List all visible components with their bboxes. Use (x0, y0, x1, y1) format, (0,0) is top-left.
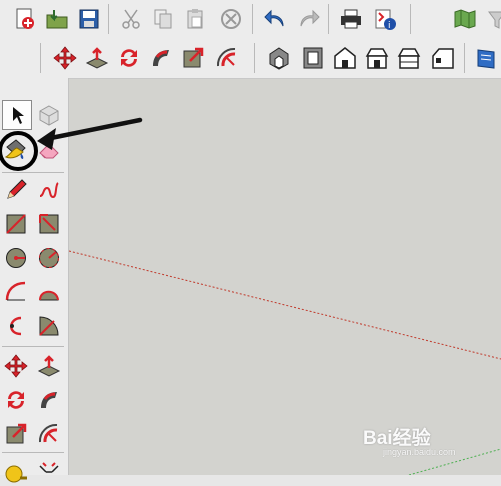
highlight-circle (0, 131, 38, 171)
pointer-arrow (43, 117, 143, 142)
pointer-arrowhead (37, 128, 56, 150)
annotation-overlay (0, 117, 143, 171)
